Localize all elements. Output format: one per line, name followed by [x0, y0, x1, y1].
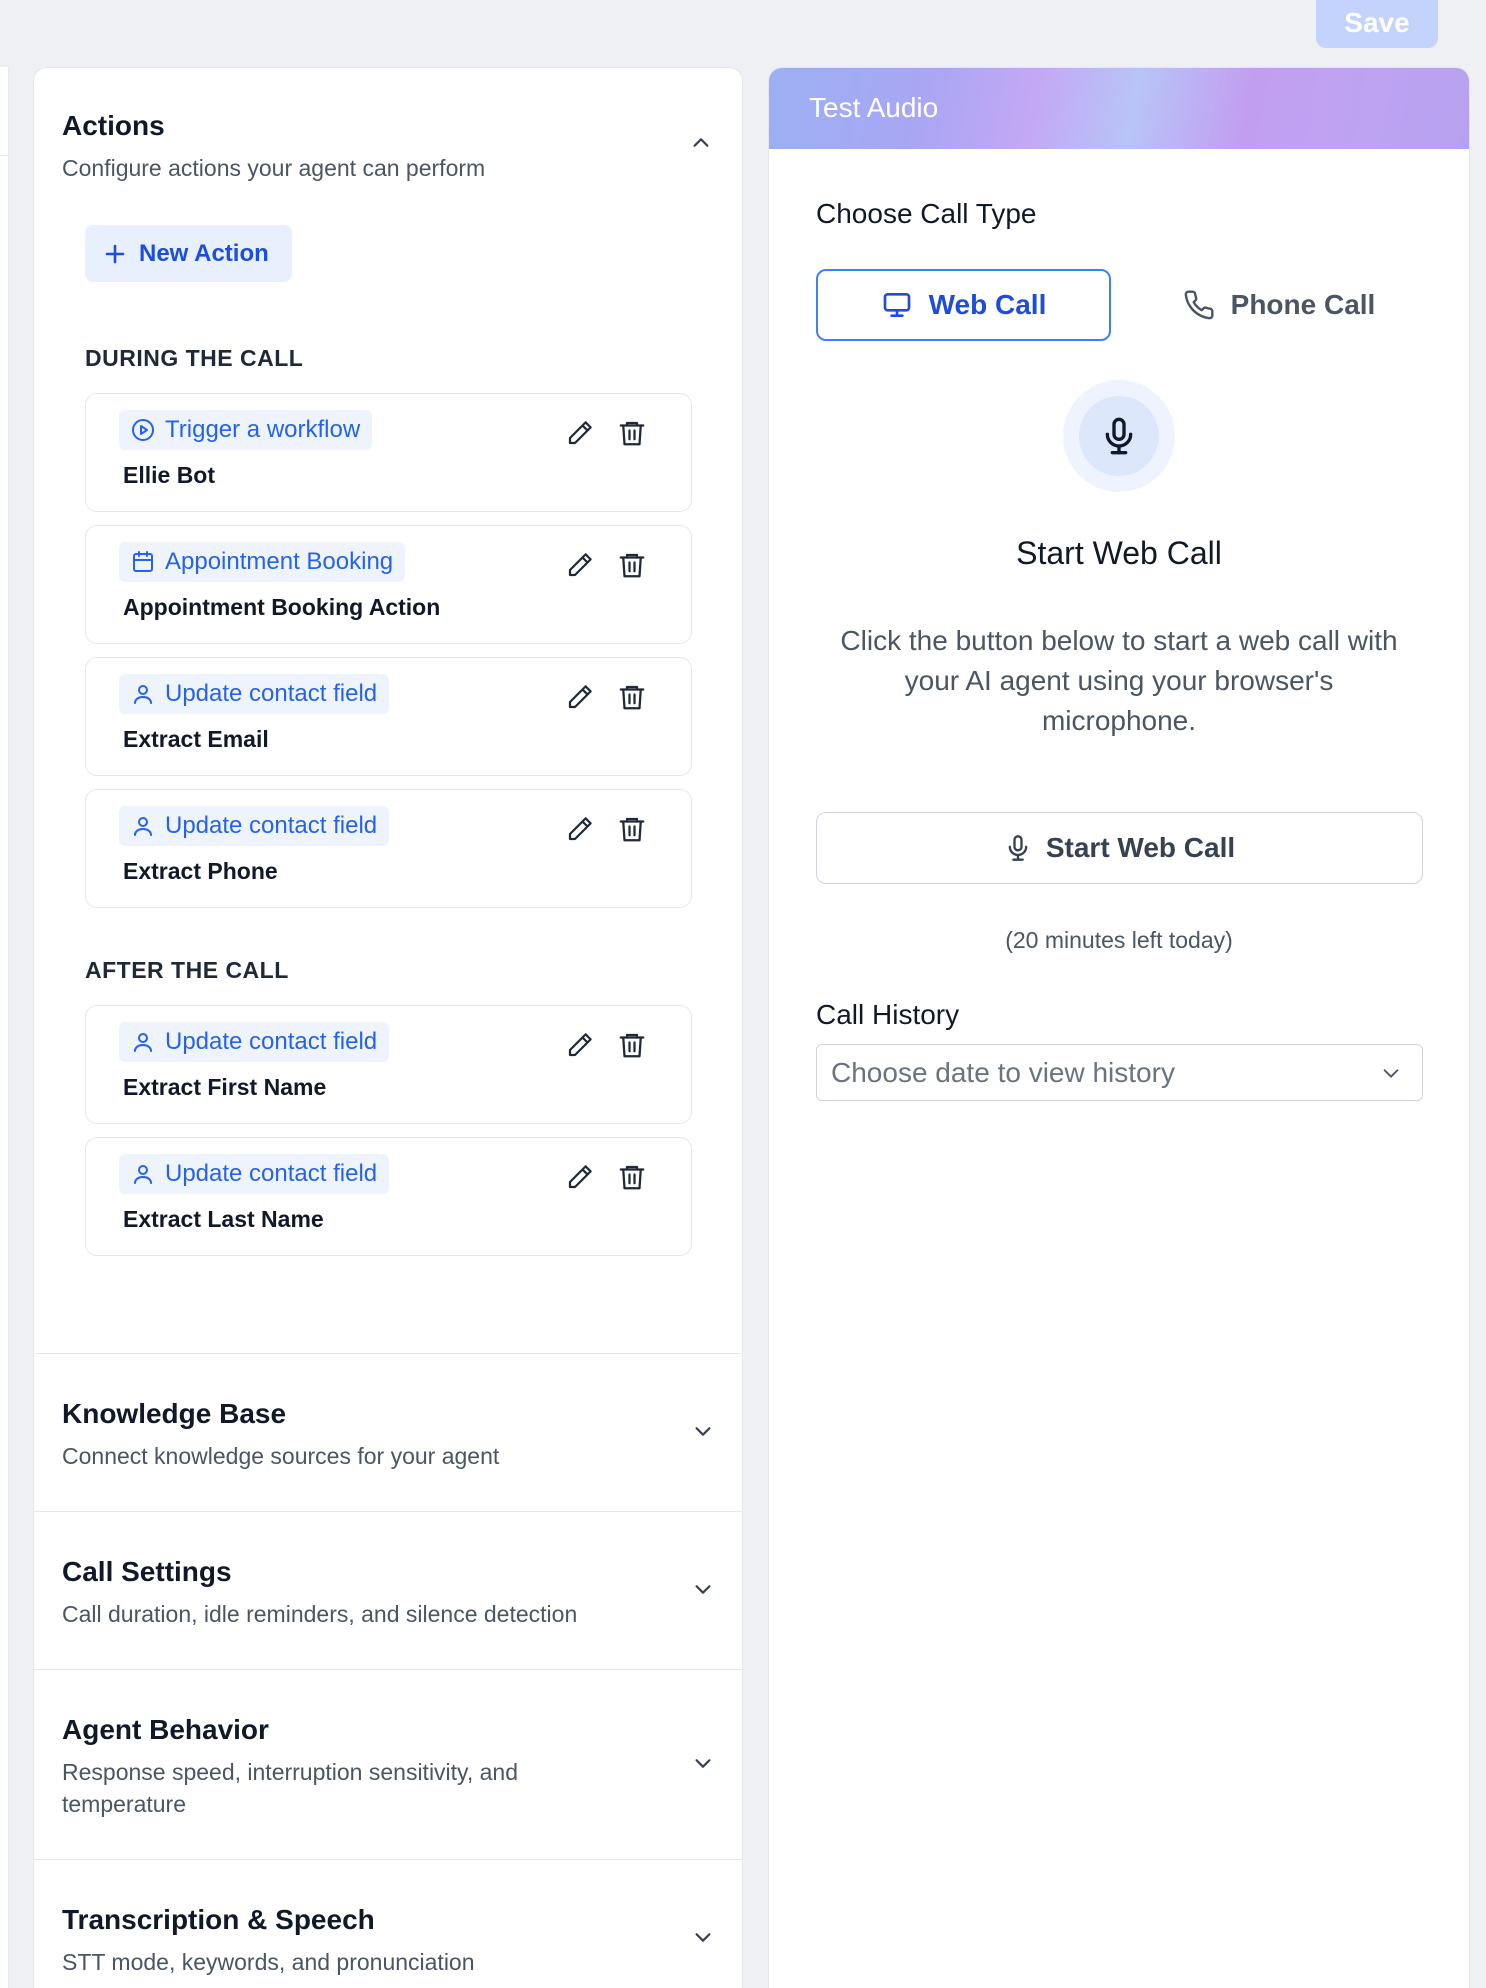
chevron-down-icon: [1383, 1069, 1399, 1078]
user-icon: [134, 1033, 152, 1052]
chevron-down-icon[interactable]: [692, 1420, 714, 1442]
transcription-speech-section[interactable]: Transcription & Speech STT mode, keyword…: [34, 1859, 742, 1988]
user-icon: [134, 817, 152, 836]
trash-icon[interactable]: [617, 1030, 647, 1060]
mic-indicator: [1063, 380, 1175, 492]
pencil-icon[interactable]: [565, 1030, 595, 1060]
actions-section-header[interactable]: Actions Configure actions your agent can…: [34, 68, 742, 198]
pencil-icon[interactable]: [565, 550, 595, 580]
trash-icon[interactable]: [617, 682, 647, 712]
during-call-label: DURING THE CALL: [85, 345, 304, 371]
section-title: Agent Behavior: [62, 1714, 269, 1745]
plus-icon: [105, 244, 125, 263]
chevron-down-icon[interactable]: [692, 1578, 714, 1600]
start-web-call-button[interactable]: Start Web Call: [816, 812, 1423, 884]
action-item[interactable]: Trigger a workflow Ellie Bot: [85, 393, 692, 512]
action-type-tag: Update contact field: [119, 1022, 390, 1062]
phone-icon: [1184, 290, 1214, 320]
new-action-button[interactable]: New Action: [85, 225, 292, 282]
section-subtitle: STT mode, keywords, and pronunciation: [62, 1949, 475, 1975]
user-icon: [134, 685, 152, 704]
call-settings-section[interactable]: Call Settings Call duration, idle remind…: [34, 1511, 742, 1669]
action-name: Extract Phone: [123, 858, 278, 884]
microphone-icon: [1105, 417, 1133, 455]
action-name: Extract First Name: [123, 1074, 327, 1100]
action-name: Extract Last Name: [123, 1206, 324, 1232]
section-title: Transcription & Speech: [62, 1904, 375, 1935]
action-item[interactable]: Update contact field Extract Last Name: [85, 1137, 692, 1256]
choose-call-type-label: Choose Call Type: [816, 198, 1037, 229]
section-title: Call Settings: [62, 1556, 232, 1587]
test-audio-panel: Test Audio Choose Call Type Web Call Pho…: [768, 67, 1470, 1988]
action-type-tag: Update contact field: [119, 674, 390, 714]
agent-config-panel: Actions Configure actions your agent can…: [33, 67, 743, 1988]
action-name: Ellie Bot: [123, 462, 216, 488]
pencil-icon[interactable]: [565, 1162, 595, 1192]
call-history-select[interactable]: Choose date to view history: [816, 1044, 1423, 1101]
action-type-tag: Update contact field: [119, 1154, 390, 1194]
action-item[interactable]: Update contact field Extract Phone: [85, 789, 692, 908]
actions-title: Actions: [62, 110, 165, 141]
chevron-down-icon[interactable]: [692, 1926, 714, 1948]
pencil-icon[interactable]: [565, 814, 595, 844]
trash-icon[interactable]: [617, 1162, 647, 1192]
action-item[interactable]: Appointment Booking Appointment Booking …: [85, 525, 692, 644]
calendar-icon: [133, 551, 153, 572]
chevron-down-icon[interactable]: [692, 1752, 714, 1774]
actions-subtitle: Configure actions your agent can perform: [62, 155, 486, 181]
section-subtitle: Connect knowledge sources for your agent: [62, 1443, 500, 1469]
monitor-icon: [883, 293, 910, 317]
minutes-left-text: (20 minutes left today): [1005, 927, 1233, 953]
play-circle-icon: [132, 419, 154, 441]
test-audio-header: Test Audio: [769, 68, 1469, 149]
action-type-tag: Trigger a workflow: [119, 410, 373, 450]
after-call-label: AFTER THE CALL: [85, 957, 289, 983]
pencil-icon[interactable]: [565, 418, 595, 448]
user-icon: [134, 1165, 152, 1184]
left-edge-panel: [0, 67, 9, 1988]
call-history-placeholder: Choose date to view history: [831, 1056, 1175, 1088]
chevron-up-icon[interactable]: [690, 132, 712, 154]
web-call-button[interactable]: Web Call: [816, 269, 1111, 341]
action-item[interactable]: Update contact field Extract First Name: [85, 1005, 692, 1124]
call-history-label: Call History: [816, 999, 960, 1030]
pencil-icon[interactable]: [565, 682, 595, 712]
start-web-call-description: Click the button below to start a web ca…: [840, 625, 1398, 736]
section-title: Knowledge Base: [62, 1398, 287, 1429]
action-name: Extract Email: [123, 726, 269, 752]
trash-icon[interactable]: [617, 550, 647, 580]
trash-icon[interactable]: [617, 418, 647, 448]
agent-behavior-section[interactable]: Agent Behavior Response speed, interrupt…: [34, 1669, 742, 1859]
action-name: Appointment Booking Action: [123, 594, 441, 620]
new-action-label: New Action: [139, 239, 269, 267]
microphone-icon: [1008, 835, 1028, 861]
save-button[interactable]: Save: [1316, 0, 1438, 48]
trash-icon[interactable]: [617, 814, 647, 844]
phone-call-button[interactable]: Phone Call: [1159, 269, 1399, 341]
section-subtitle: Response speed, interruption sensitivity…: [62, 1759, 519, 1817]
action-type-tag: Update contact field: [119, 806, 390, 846]
action-type-tag: Appointment Booking: [119, 542, 406, 582]
start-web-call-title: Start Web Call: [1016, 535, 1222, 571]
knowledge-base-section[interactable]: Knowledge Base Connect knowledge sources…: [34, 1353, 742, 1511]
action-item[interactable]: Update contact field Extract Email: [85, 657, 692, 776]
section-subtitle: Call duration, idle reminders, and silen…: [62, 1601, 578, 1627]
